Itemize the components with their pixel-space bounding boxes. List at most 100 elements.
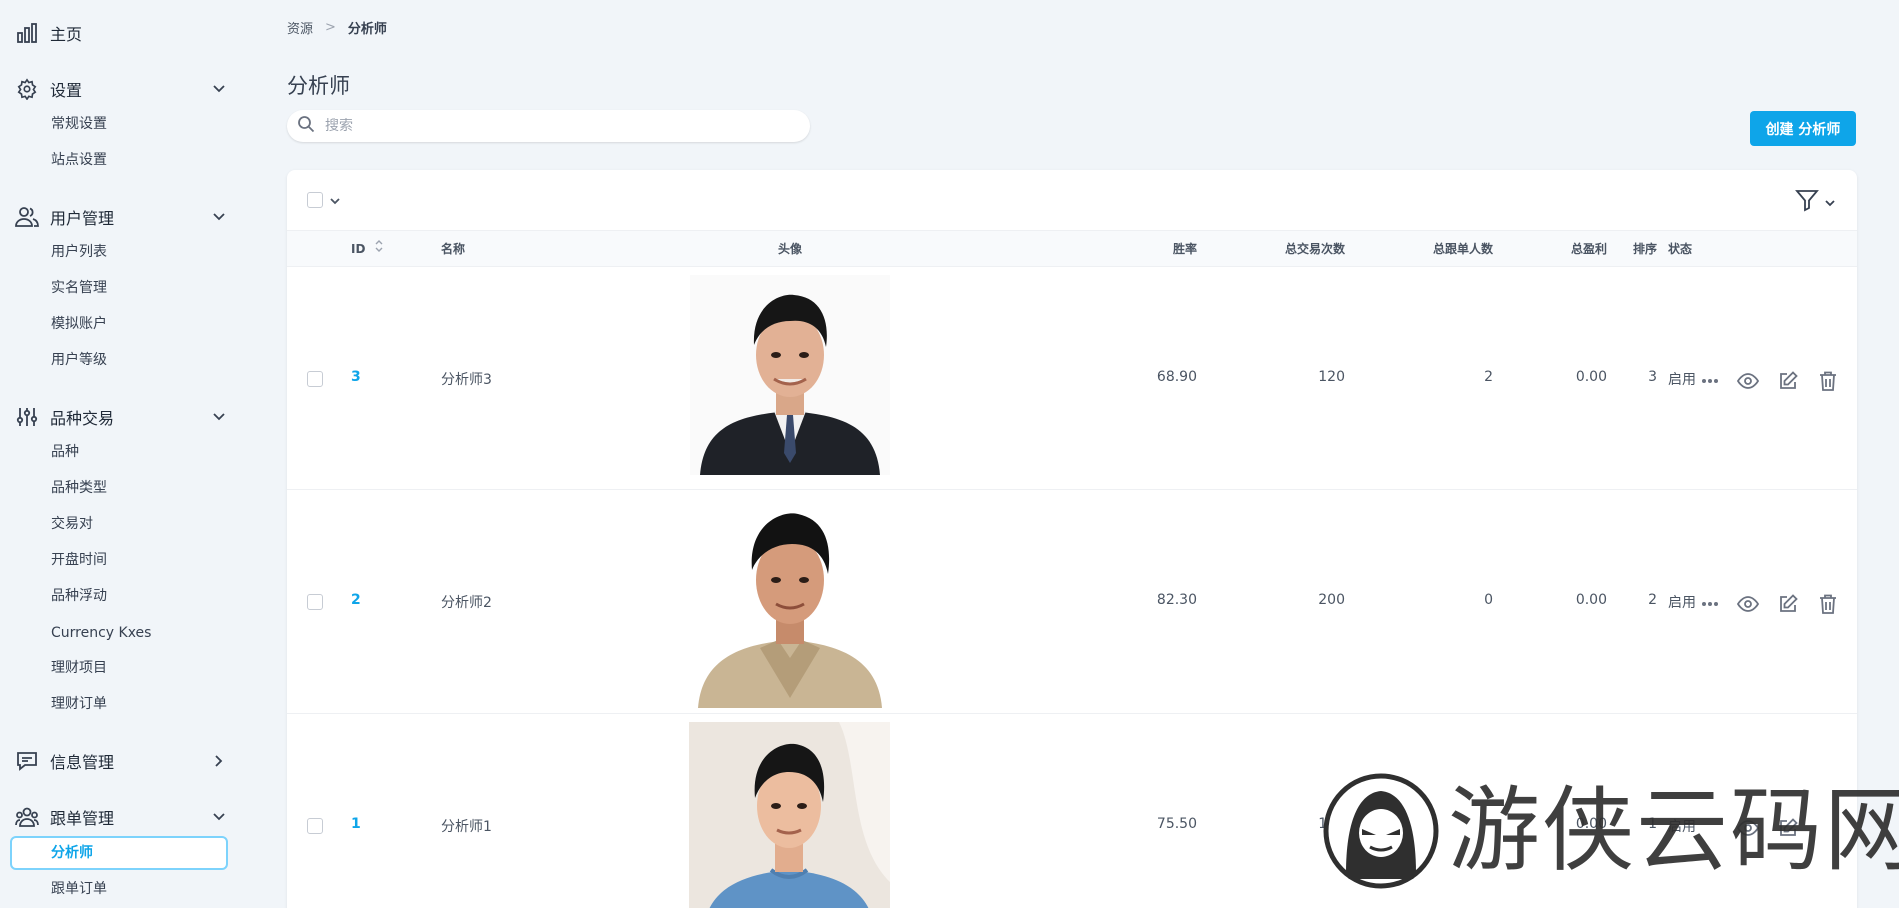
view-eye-icon[interactable] [1735,591,1761,617]
users-icon [14,204,40,230]
row-profit: 0.00 [1575,592,1607,608]
sidebar: 主页 设置 常规设置 站点设置 用户管理 用户列表 实名管理 模拟账户 用户等级… [0,0,240,908]
more-actions-icon[interactable] [1697,591,1723,617]
nav-finance-orders[interactable]: 理财订单 [51,693,107,715]
nav-realname[interactable]: 实名管理 [51,277,107,299]
row-id[interactable]: 2 [351,592,361,608]
table-toolbar [287,170,1857,231]
nav-messages[interactable]: 信息管理 [14,746,229,776]
sort-icon[interactable] [374,232,384,268]
nav-product-float[interactable]: 品种浮动 [51,585,107,607]
filter-chevron-icon[interactable] [1824,194,1836,213]
row-sort: 3 [1648,369,1657,385]
row-id[interactable]: 3 [351,369,361,385]
row-checkbox[interactable] [307,594,323,610]
row-profit: 0.00 [1575,369,1607,385]
search-box[interactable] [287,110,810,142]
delete-trash-icon[interactable] [1815,591,1841,617]
nav-opening-hours[interactable]: 开盘时间 [51,549,107,571]
watermark: 游侠云码网 [1318,773,1899,889]
row-name: 分析师1 [441,819,492,835]
breadcrumb-separator-icon: > [325,20,336,35]
nav-follow-orders[interactable]: 跟单订单 [51,878,107,900]
nav-user-list[interactable]: 用户列表 [51,241,107,263]
nav-follow-label: 跟单管理 [50,809,115,828]
chevron-down-icon [209,407,229,427]
breadcrumb: 资源 > 分析师 [287,18,387,37]
row-checkbox[interactable] [307,818,323,834]
team-icon [14,804,40,830]
select-menu-chevron-icon[interactable] [329,192,341,211]
chevron-right-icon [209,751,229,771]
nav-home[interactable]: 主页 [14,18,229,48]
nav-trading-pairs[interactable]: 交易对 [51,513,93,535]
row-name: 分析师3 [441,372,492,388]
nav-user-levels[interactable]: 用户等级 [51,349,107,371]
analyst-avatar-image [690,275,890,475]
create-analyst-button[interactable]: 创建 分析师 [1750,111,1856,146]
row-trades: 200 [1318,592,1345,608]
nav-settings[interactable]: 设置 [14,74,229,104]
nav-home-label: 主页 [50,25,83,44]
chevron-down-icon [209,207,229,227]
delete-trash-icon[interactable] [1815,368,1841,394]
col-sort: 排序 [1632,242,1657,256]
watermark-hacker-logo-icon [1323,773,1439,889]
bar-chart-icon [14,20,40,46]
more-actions-icon[interactable] [1697,368,1723,394]
col-name: 名称 [441,242,466,256]
row-checkbox[interactable] [307,371,323,387]
col-followers: 总跟单人数 [1432,242,1493,256]
nav-finance-projects[interactable]: 理财项目 [51,657,107,679]
view-eye-icon[interactable] [1735,368,1761,394]
nav-users-label: 用户管理 [50,209,115,228]
table-header: ID 名称 头像 胜率 总交易次数 总跟单人数 总盈利 排序 状态 [287,231,1857,267]
row-status: 启用 [1668,372,1696,388]
analyst-avatar-image [689,722,890,908]
nav-products[interactable]: 品种 [51,441,79,463]
row-win-rate: 68.90 [1156,369,1197,385]
analyst-avatar-image [690,498,890,708]
nav-demo-accounts[interactable]: 模拟账户 [51,313,107,335]
edit-icon[interactable] [1775,368,1801,394]
col-win-rate: 胜率 [1172,242,1197,256]
nav-general-settings[interactable]: 常规设置 [51,113,107,135]
message-icon [14,748,40,774]
nav-users[interactable]: 用户管理 [14,202,229,232]
chevron-down-icon [209,807,229,827]
col-status: 状态 [1668,242,1693,256]
col-avatar: 头像 [778,242,803,256]
col-trades: 总交易次数 [1284,242,1345,256]
nav-analysts[interactable]: 分析师 [10,836,228,870]
filter-icon[interactable] [1795,188,1819,216]
nav-messages-label: 信息管理 [50,753,115,772]
table-row: 3 分析师3 68.90 120 2 0.00 3 启用 [287,267,1857,490]
row-name: 分析师2 [441,595,492,611]
table-row: 2 分析师2 82.30 200 0 0.00 2 启用 [287,490,1857,714]
nav-currency-kxes[interactable]: Currency Kxes [51,622,151,644]
nav-trading-label: 品种交易 [50,409,115,428]
nav-settings-label: 设置 [50,81,83,100]
gear-icon [14,76,40,102]
row-id[interactable]: 1 [351,816,361,832]
breadcrumb-root[interactable]: 资源 [287,18,313,37]
row-status: 启用 [1668,595,1696,611]
chevron-down-icon [209,79,229,99]
page-title: 分析师 [287,74,350,98]
watermark-text: 游侠云码网 [1448,777,1899,884]
search-icon [297,115,315,137]
row-trades: 120 [1318,369,1345,385]
row-win-rate: 75.50 [1156,816,1197,832]
nav-product-types[interactable]: 品种类型 [51,477,107,499]
breadcrumb-current: 分析师 [347,22,387,37]
nav-trading[interactable]: 品种交易 [14,402,229,432]
col-id[interactable]: ID [351,231,384,267]
nav-site-settings[interactable]: 站点设置 [51,149,107,171]
nav-follow[interactable]: 跟单管理 [14,802,229,832]
row-followers: 0 [1484,592,1493,608]
edit-icon[interactable] [1775,591,1801,617]
col-profit: 总盈利 [1570,242,1607,256]
row-win-rate: 82.30 [1156,592,1197,608]
select-all-checkbox[interactable] [307,192,323,208]
search-input[interactable] [325,118,765,134]
